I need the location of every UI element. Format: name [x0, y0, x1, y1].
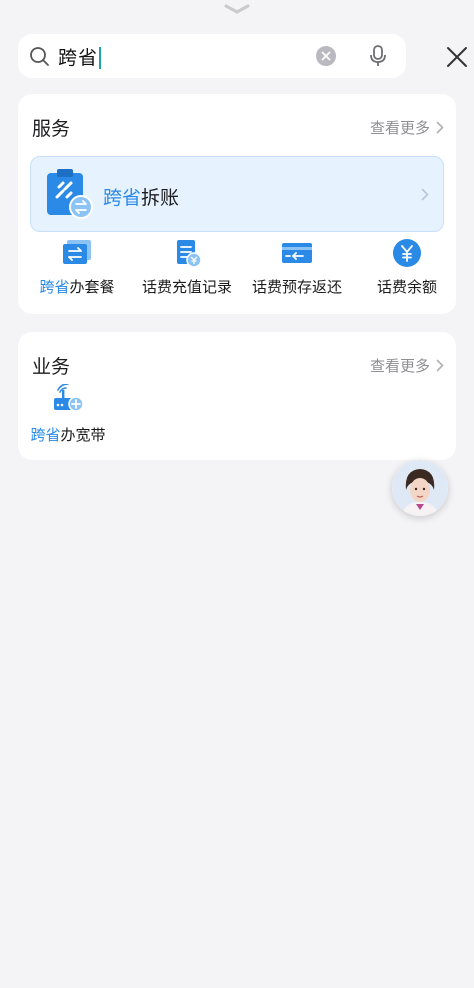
services-more-link[interactable]: 查看更多 — [370, 117, 444, 138]
section-title-services: 服务 — [32, 118, 71, 140]
search-bar: 跨省 — [18, 34, 467, 78]
assistant-avatar-icon — [392, 460, 448, 516]
yuan-balance-icon — [393, 239, 421, 267]
service-label: 话费预存返还 — [251, 278, 342, 296]
search-input[interactable]: 跨省 — [18, 34, 406, 78]
chevron-right-icon — [436, 359, 444, 372]
more-label: 查看更多 — [369, 119, 430, 137]
chevron-right-icon — [436, 121, 444, 134]
services-card: 服务 查看更多 跨省拆账 跨省办套餐 话费充值记录 话费预存返还 话费余额 — [18, 94, 456, 314]
service-recharge-records[interactable]: 话费充值记录 — [132, 238, 242, 297]
chevron-right-icon — [421, 188, 429, 201]
text-caret — [99, 47, 102, 69]
section-title-business: 业务 — [32, 356, 71, 378]
prepay-refund-card-icon — [282, 243, 312, 263]
search-icon — [30, 47, 49, 66]
service-balance[interactable]: 话费余额 — [352, 238, 462, 297]
business-card: 业务 查看更多 跨省办宽带 — [18, 332, 456, 460]
split-bill-icon — [47, 169, 93, 219]
business-more-link[interactable]: 查看更多 — [370, 355, 444, 376]
virtual-assistant-avatar[interactable] — [392, 460, 448, 516]
close-icon[interactable] — [446, 46, 468, 68]
broadband-router-icon — [54, 384, 84, 412]
service-prepay-refund[interactable]: 话费预存返还 — [242, 238, 352, 297]
clear-icon[interactable] — [316, 46, 336, 66]
service-label: 话费充值记录 — [141, 278, 232, 296]
business-cross-province-broadband[interactable]: 跨省办宽带 — [28, 384, 108, 445]
recharge-record-icon — [177, 240, 202, 268]
more-label: 查看更多 — [369, 357, 430, 375]
business-label: 跨省办宽带 — [30, 426, 106, 444]
microphone-icon[interactable] — [368, 44, 388, 68]
sheet-drag-handle[interactable] — [222, 2, 252, 16]
service-label: 话费余额 — [376, 278, 437, 296]
package-swap-icon — [63, 240, 91, 264]
services-grid: 跨省办套餐 话费充值记录 话费预存返还 话费余额 — [18, 238, 456, 308]
service-cross-province-package[interactable]: 跨省办套餐 — [22, 238, 132, 297]
service-label: 跨省办套餐 — [39, 278, 115, 296]
chevron-down-icon — [224, 4, 250, 14]
search-query: 跨省 — [58, 43, 102, 70]
cross-province-split-banner[interactable]: 跨省拆账 — [30, 156, 444, 232]
banner-label: 跨省拆账 — [103, 187, 180, 209]
